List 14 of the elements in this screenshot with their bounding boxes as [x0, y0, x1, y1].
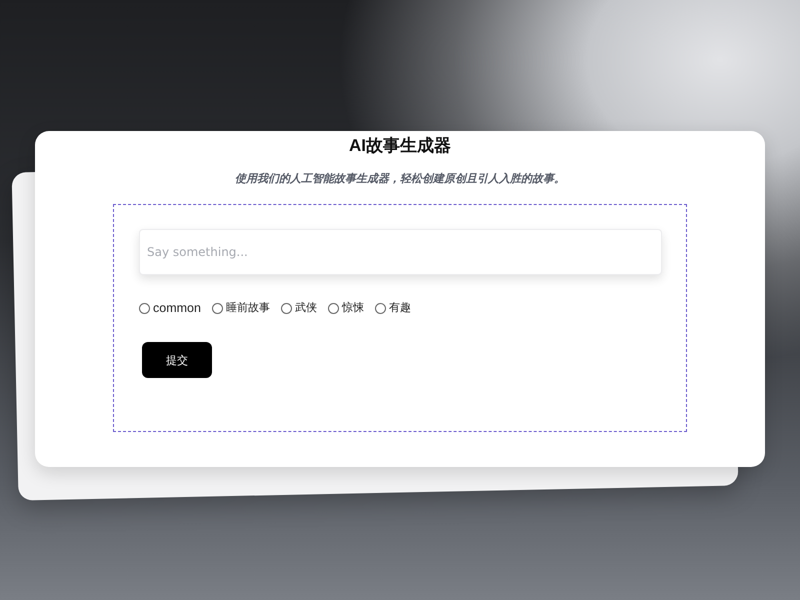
- radio-button[interactable]: [212, 302, 223, 314]
- submit-button[interactable]: 提交: [142, 342, 212, 378]
- radio-label[interactable]: 睡前故事: [226, 300, 270, 316]
- radio-button[interactable]: [280, 302, 292, 314]
- radio-label[interactable]: 惊悚: [342, 300, 364, 316]
- page-title: AI故事生成器: [349, 135, 451, 157]
- radio-button[interactable]: [328, 302, 339, 314]
- radio-label[interactable]: 武侠: [294, 300, 317, 316]
- radio-button[interactable]: [374, 302, 386, 314]
- radio-button[interactable]: [139, 302, 150, 314]
- subtitle: 使用我们的人工智能故事生成器，轻松创建原创且引人入胜的故事。: [235, 172, 565, 187]
- radio-label[interactable]: common: [153, 300, 201, 316]
- radio-label[interactable]: 有趣: [388, 300, 411, 316]
- input-field[interactable]: Say something...: [139, 229, 662, 275]
